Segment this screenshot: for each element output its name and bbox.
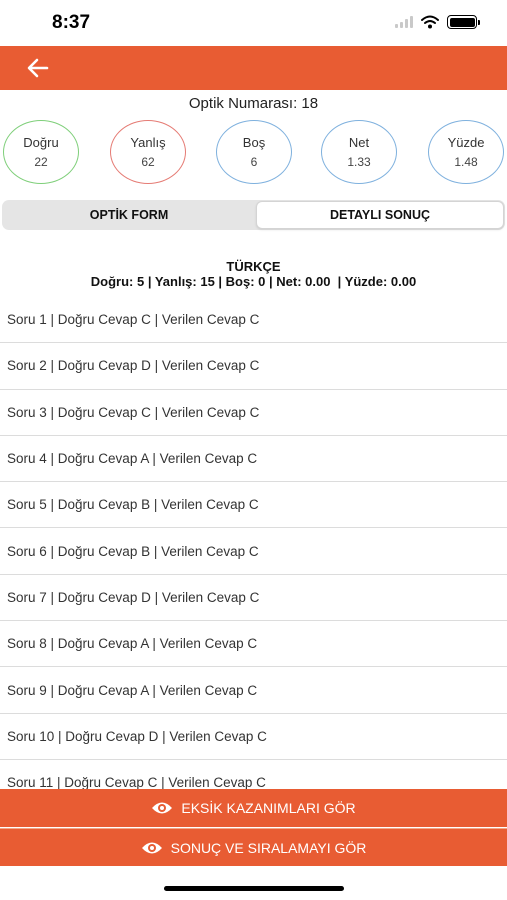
section-title: TÜRKÇE [226,259,281,274]
list-item[interactable]: Soru 1 | Doğru Cevap C | Verilen Cevap C [0,297,507,344]
stat-label: Yanlış [130,135,166,150]
stat-correct: Doğru 22 [3,120,79,184]
missing-outcomes-label: EKSİK KAZANIMLARI GÖR [181,800,356,816]
tab-optik-form[interactable]: OPTİK FORM [3,201,255,229]
results-ranking-label: SONUÇ VE SIRALAMAYI GÖR [170,839,367,856]
back-button[interactable] [22,54,54,82]
stat-label: Boş [242,135,266,150]
stat-value: 1.48 [454,155,478,169]
optik-number: Optik Numarası: 18 [188,95,319,112]
list-item[interactable]: Soru 9 | Doğru Cevap A | Verilen Cevap C [0,667,507,714]
stat-value: 62 [141,155,155,169]
list-item[interactable]: Soru 3 | Doğru Cevap C | Verilen Cevap C [0,390,507,436]
stat-wrong: Yanlış 62 [110,120,186,184]
stat-label: Net [348,135,370,150]
stat-net: Net 1.33 [321,120,397,184]
stat-value: 6 [250,155,258,169]
signal-icon [395,16,413,28]
stat-value: 1.33 [347,155,371,169]
tab-detayli-sonuc[interactable]: DETAYLI SONUÇ [256,201,504,229]
list-item[interactable]: Soru 2 | Doğru Cevap D | Verilen Cevap C [0,343,507,390]
segmented-control: OPTİK FORM DETAYLI SONUÇ [2,200,505,230]
results-ranking-button[interactable]: SONUÇ VE SIRALAMAYI GÖR [0,828,507,866]
stats-row: Doğru 22 Yanlış 62 Boş 6 Net 1.33 Yüzde … [0,120,507,186]
battery-icon [447,15,480,29]
missing-outcomes-button[interactable]: EKSİK KAZANIMLARI GÖR [0,789,507,827]
home-indicator [164,886,344,891]
list-item[interactable]: Soru 8 | Doğru Cevap A | Verilen Cevap C [0,621,507,668]
stat-label: Doğru [23,135,59,150]
status-bar: 8:37 [0,0,507,46]
list-item[interactable]: Soru 5 | Doğru Cevap B | Verilen Cevap C [0,482,507,529]
stat-value: 22 [34,155,48,169]
eye-icon [141,842,162,853]
list-item[interactable]: Soru 10 | Doğru Cevap D | Verilen Cevap … [0,714,507,760]
arrow-left-icon [27,58,49,78]
status-time: 8:37 [52,12,91,33]
answer-list[interactable]: Soru 1 | Doğru Cevap C | Verilen Cevap C… [0,297,507,789]
list-item[interactable]: Soru 4 | Doğru Cevap A | Verilen Cevap C [0,436,507,483]
list-item[interactable]: Soru 6 | Doğru Cevap B | Verilen Cevap C [0,528,507,575]
list-item[interactable]: Soru 7 | Doğru Cevap D | Verilen Cevap C [0,575,507,622]
stat-percent: Yüzde 1.48 [428,120,504,184]
wifi-icon [421,15,439,29]
status-icons [395,15,480,29]
app-bar [0,46,507,90]
list-item[interactable]: Soru 11 | Doğru Cevap C | Verilen Cevap … [0,760,507,789]
section-summary: Doğru: 5 | Yanlış: 15 | Boş: 0 | Net: 0.… [90,274,417,289]
eye-icon [152,802,173,814]
stat-empty: Boş 6 [216,120,292,184]
stat-label: Yüzde [447,135,485,150]
